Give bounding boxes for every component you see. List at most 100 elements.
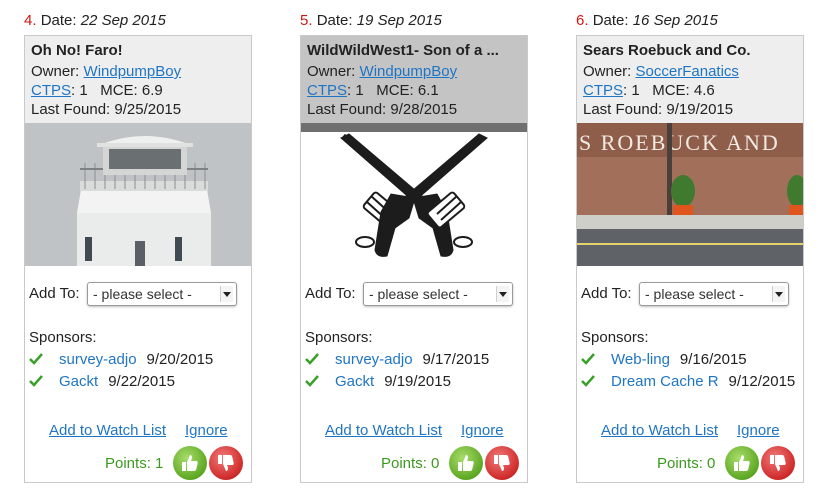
add-to-row: Add To: - please select - [581, 282, 801, 306]
thumbs-up-button[interactable] [725, 446, 759, 480]
ctps-link[interactable]: CTPS [583, 82, 623, 99]
owner-label: Owner: [583, 63, 632, 80]
sponsors-label: Sponsors: [581, 329, 649, 346]
select-value: - please select - [645, 286, 744, 302]
add-to-row: Add To: - please select - [305, 282, 525, 306]
cache-title: Oh No! Faro! [31, 42, 123, 59]
sponsor-date: 9/12/2015 [728, 373, 796, 390]
add-to-select[interactable]: - please select - [363, 282, 513, 306]
ctps-link[interactable]: CTPS [307, 82, 347, 99]
checkmark-icon [29, 352, 43, 365]
sponsor-item: Gackt 9/22/2015 [29, 373, 175, 390]
last-found: Last Found: 9/19/2015 [583, 101, 734, 118]
sponsor-link[interactable]: Gackt [59, 373, 98, 390]
sponsor-item: survey-adjo 9/17/2015 [305, 351, 489, 368]
sponsor-date: 9/17/2015 [422, 351, 490, 368]
checkmark-icon [581, 352, 595, 365]
date-line: 4. Date: 22 Sep 2015 [24, 12, 166, 29]
thumbs-down-button[interactable] [209, 446, 243, 480]
sponsor-link[interactable]: Web-ling [611, 351, 670, 368]
thumbs-down-icon [770, 455, 786, 471]
cache-title: Sears Roebuck and Co. [583, 42, 751, 59]
owner-link[interactable]: WindpumpBoy [360, 63, 458, 80]
date-value: 19 Sep 2015 [356, 12, 442, 29]
ctps-value: : 1 [71, 82, 88, 99]
ctps-link[interactable]: CTPS [31, 82, 71, 99]
date-label: Date: [316, 12, 353, 29]
stats-row: CTPS: 1 MCE: 4.6 [583, 81, 803, 100]
mce-value: MCE: 6.9 [100, 82, 163, 99]
select-value: - please select - [93, 286, 192, 302]
sponsor-date: 9/19/2015 [384, 373, 451, 390]
owner-link[interactable]: WindpumpBoy [84, 63, 182, 80]
store-sign-text: S ROEBUCK AND [579, 130, 780, 155]
checkmark-icon [29, 374, 43, 387]
add-to-row: Add To: - please select - [29, 282, 249, 306]
add-to-watch-list-link[interactable]: Add to Watch List [49, 422, 166, 439]
cache-card-5: 5. Date: 19 Sep 2015 WildWildWest1- Son … [300, 0, 530, 500]
crossed-revolvers-image[interactable] [301, 132, 527, 266]
ignore-link[interactable]: Ignore [461, 422, 504, 439]
thumbs-down-button[interactable] [485, 446, 519, 480]
cache-card-6: 6. Date: 16 Sep 2015 Sears Roebuck and C… [576, 0, 806, 500]
add-to-select[interactable]: - please select - [639, 282, 789, 306]
owner-label: Owner: [31, 63, 80, 80]
add-to-select[interactable]: - please select - [87, 282, 237, 306]
thumbs-up-button[interactable] [173, 446, 207, 480]
sponsor-link[interactable]: survey-adjo [59, 351, 137, 368]
lighthouse-photo[interactable] [25, 123, 251, 266]
card-number: 6. [576, 12, 589, 29]
dropdown-arrow-icon [220, 286, 233, 302]
checkmark-icon [581, 374, 595, 387]
stats-row: CTPS: 1 MCE: 6.1 [307, 81, 527, 100]
thumbs-down-icon [494, 455, 510, 471]
thumbs-down-button[interactable] [761, 446, 795, 480]
points-text: Points: 1 [105, 455, 164, 472]
card-body: Sears Roebuck and Co. Owner: SoccerFanat… [576, 35, 804, 483]
sponsors-label: Sponsors: [305, 329, 373, 346]
dropdown-arrow-icon [772, 286, 785, 302]
storefront-photo[interactable]: S ROEBUCK AND [577, 123, 803, 266]
owner-row: Owner: WindpumpBoy [307, 62, 527, 81]
add-to-watch-list-link[interactable]: Add to Watch List [601, 422, 718, 439]
sponsor-link[interactable]: Gackt [335, 373, 374, 390]
cache-card-4: 4. Date: 22 Sep 2015 Oh No! Faro! Owner:… [24, 0, 254, 500]
sponsor-item: survey-adjo 9/20/2015 [29, 351, 213, 368]
last-found: Last Found: 9/28/2015 [307, 101, 458, 118]
thumbs-up-button[interactable] [449, 446, 483, 480]
sponsor-item: Gackt 9/19/2015 [305, 373, 451, 390]
owner-link[interactable]: SoccerFanatics [636, 63, 739, 80]
card-header: Oh No! Faro! Owner: WindpumpBoy CTPS: 1 … [25, 36, 251, 123]
points-text: Points: 0 [381, 455, 440, 472]
dropdown-arrow-icon [496, 286, 509, 302]
ignore-link[interactable]: Ignore [185, 422, 228, 439]
sponsor-link[interactable]: survey-adjo [335, 351, 413, 368]
sponsor-date: 9/22/2015 [108, 373, 175, 390]
sponsor-date: 9/20/2015 [146, 351, 214, 368]
sponsors-label: Sponsors: [29, 329, 97, 346]
card-header: WildWildWest1- Son of a ... Owner: Windp… [301, 36, 527, 123]
card-header: Sears Roebuck and Co. Owner: SoccerFanat… [577, 36, 803, 123]
mce-value: MCE: 4.6 [652, 82, 715, 99]
sponsor-link[interactable]: Dream Cache R [611, 373, 719, 390]
add-to-label: Add To: [581, 285, 632, 302]
checkmark-icon [305, 352, 319, 365]
owner-row: Owner: WindpumpBoy [31, 62, 251, 81]
card-number: 4. [24, 12, 37, 29]
date-line: 5. Date: 19 Sep 2015 [300, 12, 442, 29]
sponsor-item: Web-ling 9/16/2015 [581, 351, 747, 368]
ctps-value: : 1 [623, 82, 640, 99]
owner-label: Owner: [307, 63, 356, 80]
ctps-value: : 1 [347, 82, 364, 99]
ignore-link[interactable]: Ignore [737, 422, 780, 439]
thumbs-up-icon [734, 455, 750, 471]
add-to-watch-list-link[interactable]: Add to Watch List [325, 422, 442, 439]
date-value: 22 Sep 2015 [80, 12, 166, 29]
card-body: WildWildWest1- Son of a ... Owner: Windp… [300, 35, 528, 483]
owner-row: Owner: SoccerFanatics [583, 62, 803, 81]
points-text: Points: 0 [657, 455, 716, 472]
date-label: Date: [592, 12, 629, 29]
add-to-label: Add To: [29, 285, 80, 302]
cache-title: WildWildWest1- Son of a ... [307, 42, 499, 59]
last-found: Last Found: 9/25/2015 [31, 101, 182, 118]
